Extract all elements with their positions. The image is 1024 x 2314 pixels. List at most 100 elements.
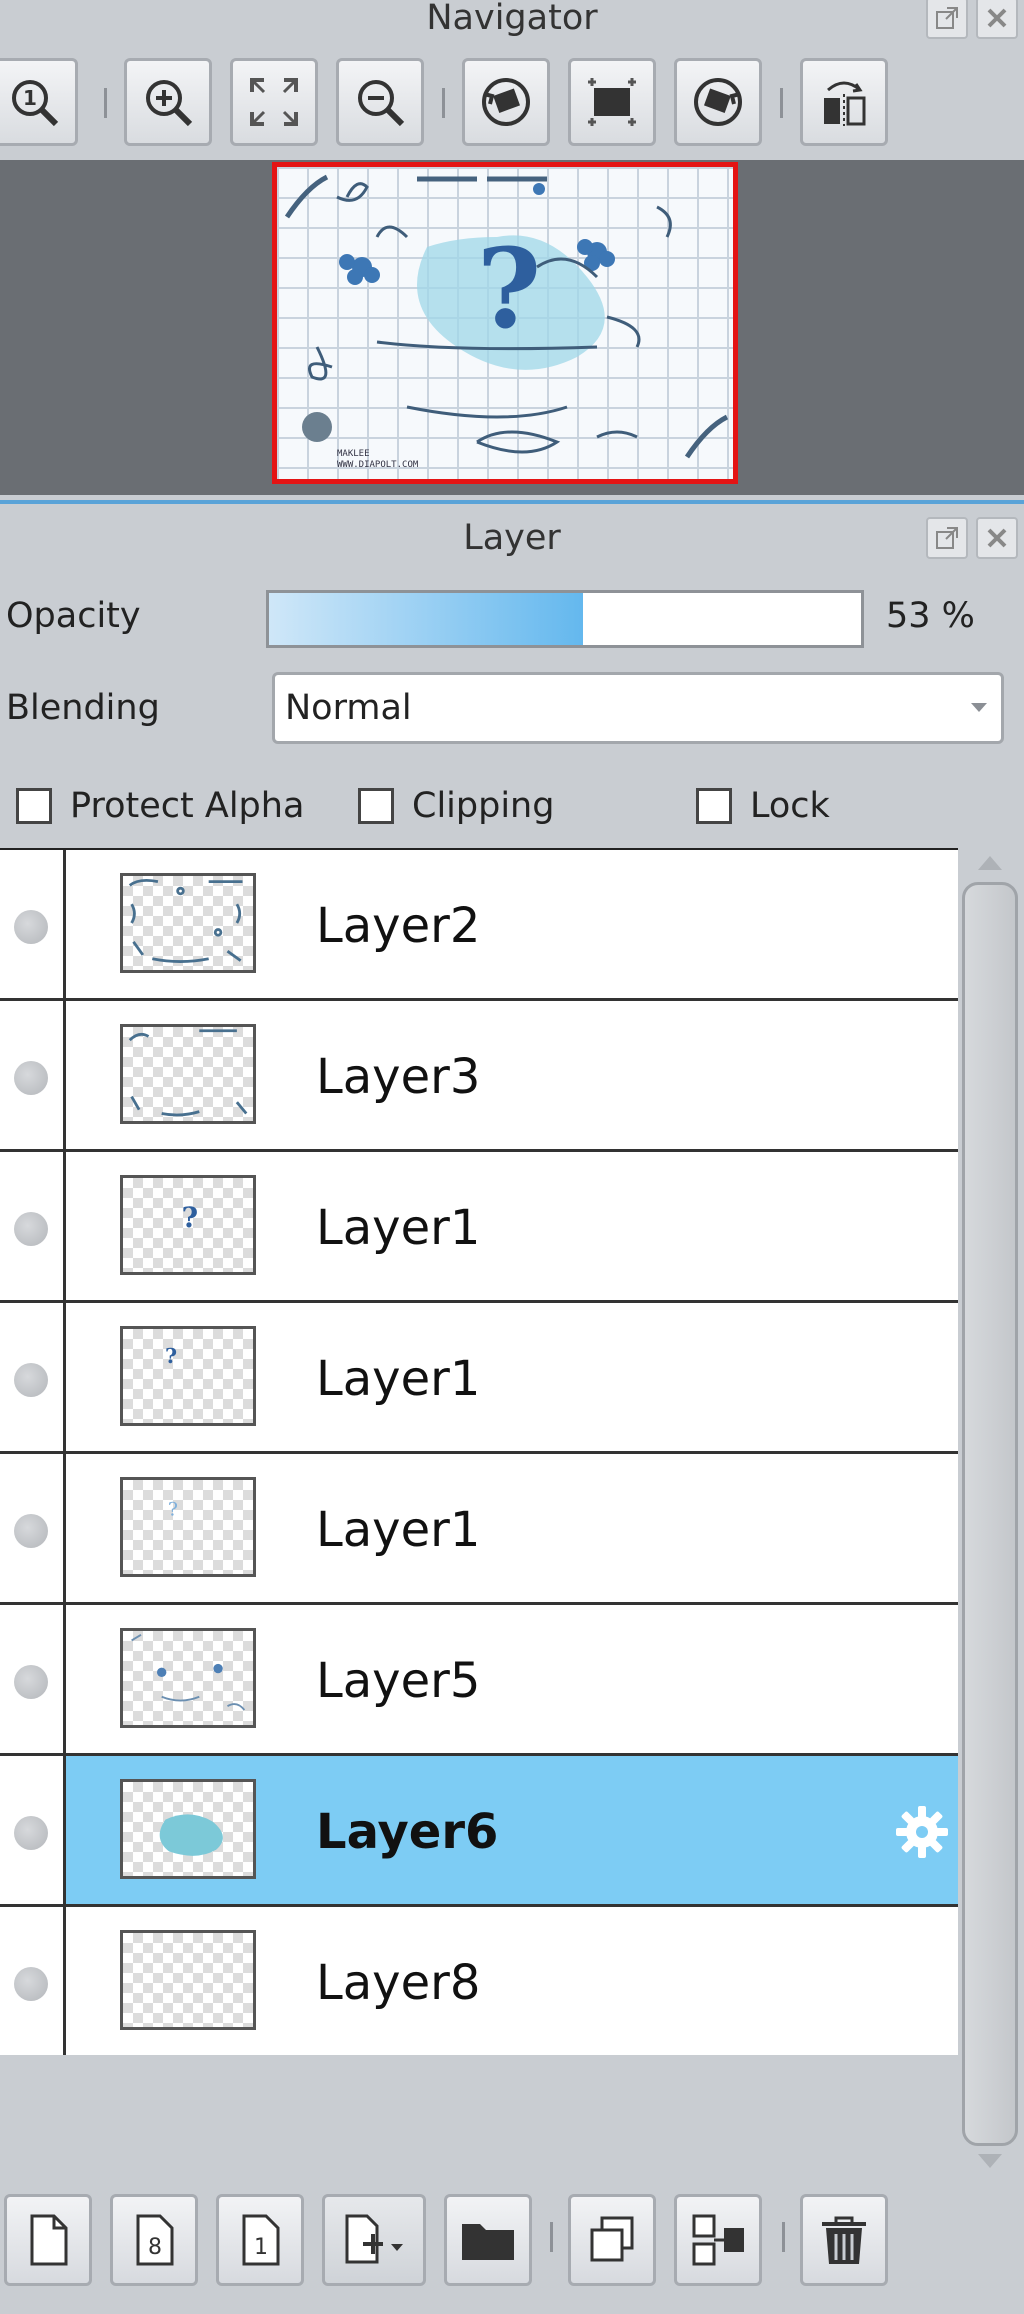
duplicate-layer-button[interactable] [568, 2194, 656, 2286]
new-layer-button[interactable] [4, 2194, 92, 2286]
zoom-in-icon [146, 80, 193, 127]
rotate-reset-icon [588, 78, 636, 126]
rotate-right-button[interactable] [674, 58, 762, 146]
new-1bit-layer-icon: 1 [242, 2214, 280, 2266]
close-icon[interactable] [976, 0, 1018, 39]
lock-label: Lock [750, 786, 830, 826]
duplicate-layer-icon [590, 2216, 634, 2262]
panel-divider[interactable] [0, 500, 1024, 504]
svg-text:1: 1 [254, 2235, 268, 2260]
layer-row[interactable]: Layer2 [0, 850, 958, 1001]
zoom-actual-size-icon: 1 [12, 80, 59, 127]
zoom-out-button[interactable] [336, 58, 424, 146]
flip-horizontal-button[interactable] [800, 58, 888, 146]
opacity-slider[interactable] [266, 590, 864, 648]
layer-panel-title: Layer [463, 518, 561, 558]
svg-text:8: 8 [148, 2235, 162, 2260]
clipping-checkbox[interactable]: Clipping [358, 786, 554, 826]
layer-row-selected[interactable]: Layer6 [0, 1756, 958, 1907]
visibility-toggle-icon[interactable] [14, 1665, 48, 1699]
close-icon[interactable] [976, 517, 1018, 559]
layer-thumbnail: ? [120, 1477, 256, 1577]
navigator-title: Navigator [426, 0, 598, 38]
visibility-toggle-icon[interactable] [14, 1816, 48, 1850]
rotate-left-button[interactable] [462, 58, 550, 146]
merge-down-icon [692, 2214, 744, 2266]
layer-titlebar: Layer [0, 506, 1024, 570]
new-folder-icon [462, 2224, 514, 2260]
fit-to-window-icon [250, 78, 298, 126]
layer-thumbnail [120, 1930, 256, 2030]
visibility-toggle-icon[interactable] [14, 910, 48, 944]
layer-row[interactable]: Layer8 [0, 1907, 958, 2055]
rotate-reset-button[interactable] [568, 58, 656, 146]
undock-icon[interactable] [926, 517, 968, 559]
layer-thumbnail: ? [120, 1175, 256, 1275]
chevron-down-icon [971, 703, 987, 712]
layer-thumbnail [120, 873, 256, 973]
fit-to-window-button[interactable] [230, 58, 318, 146]
checkbox-box[interactable] [696, 788, 732, 824]
rotate-right-icon [694, 78, 742, 126]
zoom-actual-size-button[interactable]: 1 [0, 58, 78, 146]
visibility-toggle-icon[interactable] [14, 1514, 48, 1548]
merge-down-button[interactable] [674, 2194, 762, 2286]
layer-name: Layer3 [316, 1049, 481, 1105]
layer-name: Layer6 [316, 1804, 499, 1860]
blending-label: Blending [6, 688, 160, 728]
zoom-out-icon [358, 80, 405, 127]
delete-layer-icon [822, 2216, 866, 2264]
layer-row[interactable]: ? Layer1 [0, 1152, 958, 1303]
navigator-viewport[interactable]: ? MAKLEE WWW.DIAPOLT.COM [0, 160, 1024, 495]
new-folder-button[interactable] [444, 2194, 532, 2286]
layer-name: Layer5 [316, 1653, 481, 1709]
add-layer-dropdown-icon [345, 2214, 403, 2264]
blending-mode-value: Normal [285, 688, 412, 728]
layer-name: Layer8 [316, 1955, 481, 2011]
visibility-toggle-icon[interactable] [14, 1363, 48, 1397]
svg-text:?: ? [168, 1500, 178, 1521]
layer-row[interactable]: Layer5 [0, 1605, 958, 1756]
add-layer-dropdown-button[interactable] [322, 2194, 426, 2286]
layer-row[interactable]: Layer3 [0, 1001, 958, 1152]
new-8bit-layer-button[interactable]: 8 [110, 2194, 198, 2286]
visibility-toggle-icon[interactable] [14, 1212, 48, 1246]
separator [550, 2222, 553, 2252]
scroll-up-icon[interactable] [978, 856, 1002, 870]
rotate-left-icon [482, 78, 530, 126]
layer-name: Layer2 [316, 898, 481, 954]
layer-name: Layer1 [316, 1200, 481, 1256]
flip-horizontal-icon [824, 81, 866, 126]
scroll-down-icon[interactable] [978, 2154, 1002, 2168]
layer-row[interactable]: ? Layer1 [0, 1454, 958, 1605]
new-1bit-layer-button[interactable]: 1 [216, 2194, 304, 2286]
layer-list[interactable]: Layer2 Layer3 ? Layer1 ? Layer1 ? Layer1… [0, 848, 958, 2055]
visibility-toggle-icon[interactable] [14, 1061, 48, 1095]
delete-layer-button[interactable] [800, 2194, 888, 2286]
separator [782, 2222, 785, 2252]
checkbox-box[interactable] [16, 788, 52, 824]
opacity-value: 53 % [886, 596, 975, 636]
visibility-toggle-icon[interactable] [14, 1967, 48, 2001]
scrollbar-thumb[interactable] [962, 882, 1018, 2146]
blending-mode-select[interactable]: Normal [272, 672, 1004, 744]
layer-toolbar: 8 1 [0, 2182, 1024, 2296]
canvas-artwork: ? [284, 174, 729, 459]
undock-icon[interactable] [926, 0, 968, 39]
layer-name: Layer1 [316, 1351, 481, 1407]
svg-text:?: ? [477, 224, 541, 353]
svg-text:?: ? [182, 1201, 199, 1234]
checkbox-box[interactable] [358, 788, 394, 824]
protect-alpha-checkbox[interactable]: Protect Alpha [16, 786, 304, 826]
navigator-titlebar: Navigator [0, 0, 1024, 39]
separator [104, 88, 107, 118]
navigator-canvas-preview[interactable]: ? MAKLEE WWW.DIAPOLT.COM [272, 162, 738, 484]
layer-row[interactable]: ? Layer1 [0, 1303, 958, 1454]
new-layer-icon [30, 2214, 68, 2266]
layer-thumbnail [120, 1628, 256, 1728]
lock-checkbox[interactable]: Lock [696, 786, 830, 826]
layer-list-scrollbar[interactable] [958, 848, 1024, 2178]
layer-settings-gear-icon[interactable] [892, 1802, 952, 1862]
zoom-in-button[interactable] [124, 58, 212, 146]
svg-text:?: ? [165, 1344, 177, 1368]
